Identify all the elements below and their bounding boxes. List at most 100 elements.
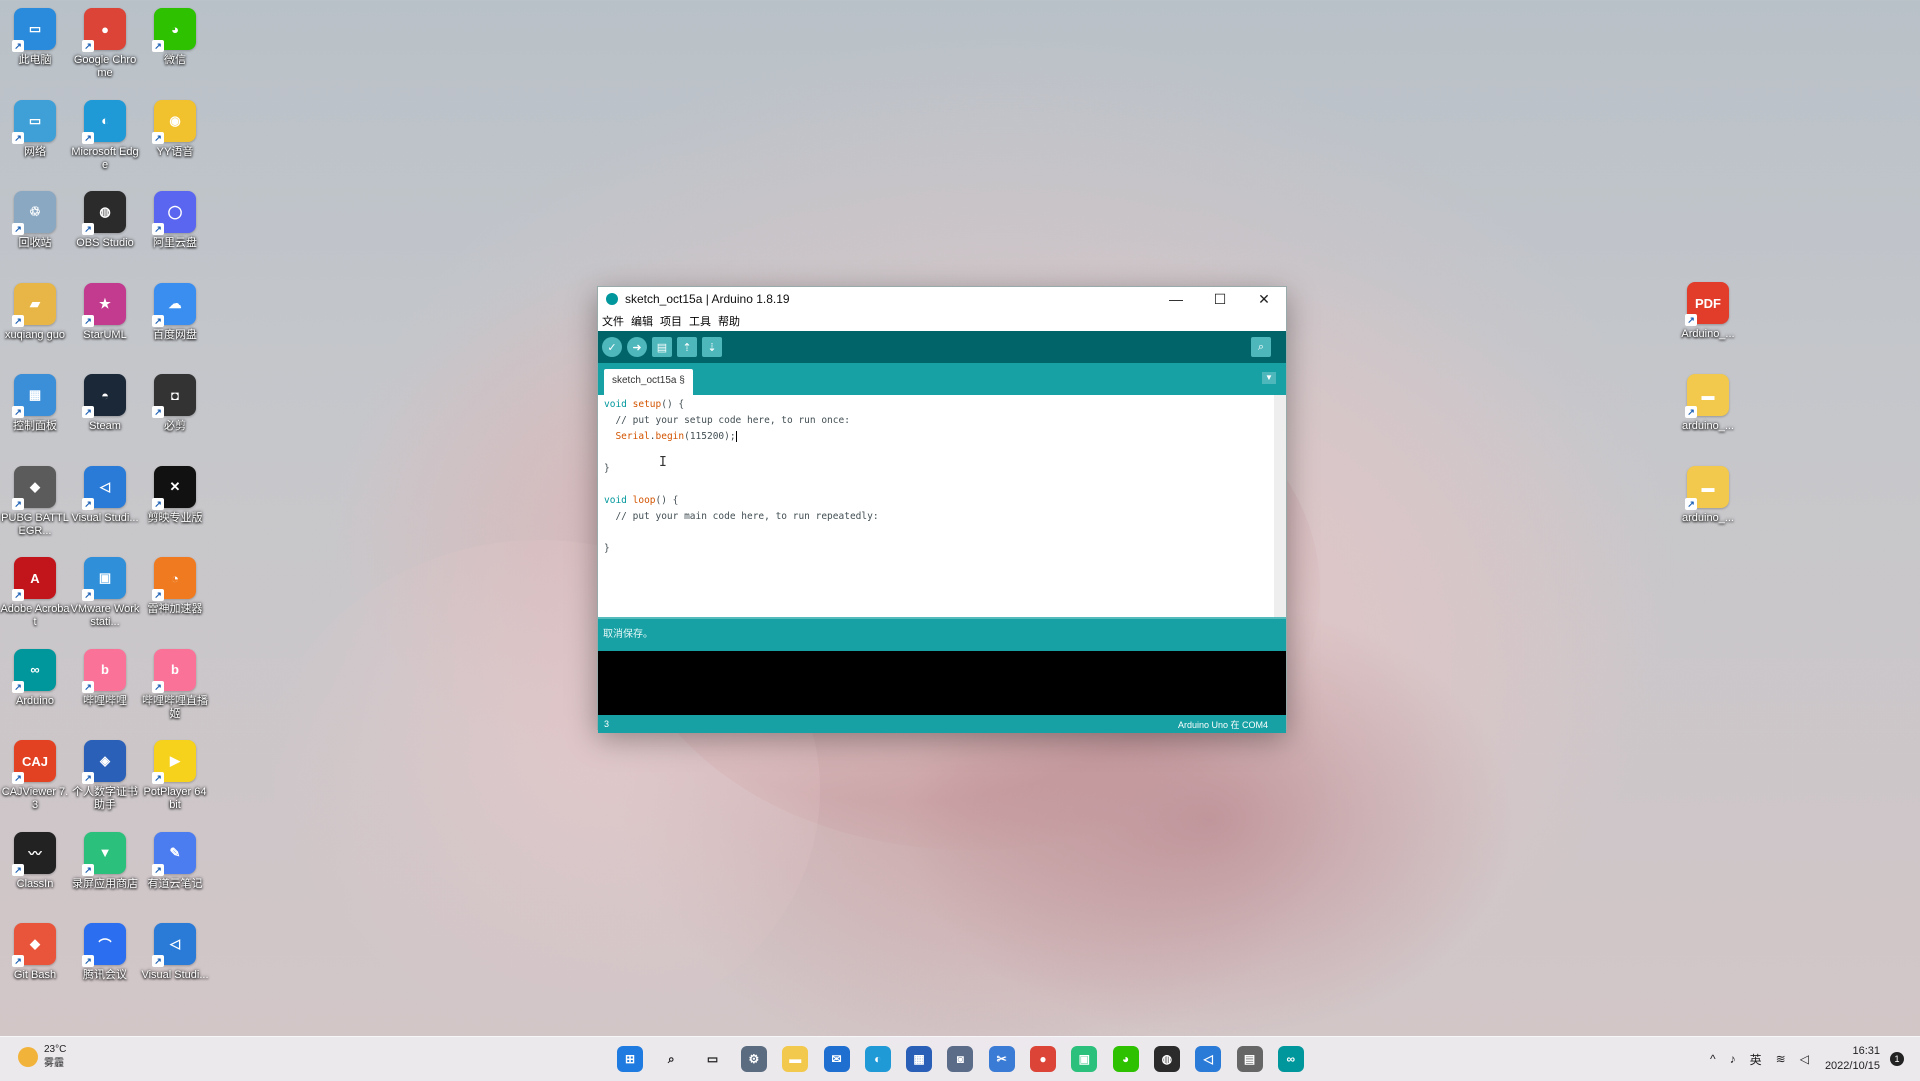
taskbar-chrome-icon[interactable]: ●: [1030, 1046, 1056, 1072]
desktop-icon-2[interactable]: ◕ ↗ 微信: [140, 8, 210, 67]
desktop-icon-13[interactable]: ◓ ↗ Steam: [70, 374, 140, 433]
desktop-icon-4[interactable]: ◐ ↗ Microsoft Edge: [70, 99, 140, 172]
code-function: loop: [632, 495, 656, 506]
desktop-icon-6[interactable]: ♲ ↗ 回收站: [0, 191, 70, 250]
desktop-file-1[interactable]: ▬ ↗ arduino_...: [1673, 374, 1743, 433]
desktop-icon-29[interactable]: ✎ ↗ 有道云笔记: [140, 831, 210, 891]
verify-button[interactable]: ✓: [602, 337, 622, 357]
taskbar-settings-icon[interactable]: ⚙: [740, 1046, 767, 1072]
desktop-icon-label: 回收站: [18, 237, 52, 249]
shortcut-arrow-icon: ↗: [12, 589, 24, 601]
code-text[interactable]: void setup() { // put your setup code he…: [604, 397, 879, 557]
desktop-icon-1[interactable]: ● ↗ Google Chrome: [70, 8, 140, 80]
title-bar[interactable]: sketch_oct15a | Arduino 1.8.19 — ☐ ✕: [598, 287, 1286, 311]
desktop-icon-5[interactable]: ◉ ↗ YY语音: [140, 99, 210, 159]
menu-sketch[interactable]: 项目: [660, 313, 682, 329]
line-number: 3: [604, 719, 610, 729]
desktop-icon-label: 哔哩哔哩: [83, 694, 127, 707]
desktop-icon-26[interactable]: ▶ ↗ PotPlayer 64 bit: [140, 740, 210, 812]
weather-icon: [18, 1047, 38, 1067]
tab-menu-icon[interactable]: ▼: [1262, 372, 1276, 384]
serial-monitor-button[interactable]: ⌕: [1251, 337, 1271, 357]
desktop-icon-22[interactable]: b ↗ 哔哩哔哩: [70, 648, 140, 708]
taskbar-store-icon[interactable]: ▦: [906, 1046, 933, 1072]
desktop-icon-27[interactable]: 〰 ↗ ClassIn: [0, 831, 70, 891]
microphone-icon[interactable]: ♪: [1730, 1052, 1736, 1066]
open-button[interactable]: ⇡: [677, 337, 697, 357]
desktop-icon-21[interactable]: ∞ ↗ Arduino: [0, 648, 70, 708]
desktop-icon-15[interactable]: ◆ ↗ PUBG BATTLEGR...: [0, 465, 70, 538]
taskbar-tool-icon[interactable]: ▤: [1236, 1046, 1263, 1072]
shortcut-arrow-icon: ↗: [12, 223, 24, 235]
app-icon: PDF ↗: [1685, 282, 1729, 326]
desktop-icon-17[interactable]: ✕ ↗ 剪映专业版: [140, 465, 210, 525]
desktop-icon-24[interactable]: CAJ ↗ CAJViewer 7.3: [0, 740, 70, 812]
desktop-icon-10[interactable]: ★ ↗ StarUML: [70, 282, 140, 342]
taskbar-wechat-icon[interactable]: ◕: [1112, 1046, 1139, 1072]
menu-edit[interactable]: 编辑: [631, 313, 653, 329]
taskbar-snipping-icon[interactable]: ✂: [988, 1046, 1015, 1072]
desktop-icon-7[interactable]: ◍ ↗ OBS Studio: [70, 191, 140, 250]
desktop-icon-30[interactable]: ◆ ↗ Git Bash: [0, 923, 70, 982]
taskbar-task-view-icon[interactable]: ▭: [700, 1046, 726, 1072]
desktop-icon-25[interactable]: ◈ ↗ 个人数字证书助手: [70, 740, 140, 812]
save-button[interactable]: ⇣: [702, 337, 722, 357]
desktop-file-2[interactable]: ▬ ↗ arduino_...: [1673, 466, 1743, 525]
console-output[interactable]: [598, 651, 1286, 715]
shortcut-arrow-icon: ↗: [12, 406, 24, 418]
taskbar-obs-icon[interactable]: ◍: [1153, 1046, 1180, 1072]
arduino-window[interactable]: sketch_oct15a | Arduino 1.8.19 — ☐ ✕ 文件 …: [597, 286, 1287, 733]
desktop-icon-31[interactable]: ⌒ ↗ 腾讯会议: [70, 923, 140, 982]
desktop-icon-label: 百度网盘: [153, 328, 197, 341]
shortcut-arrow-icon: ↗: [152, 589, 164, 601]
minimize-button[interactable]: —: [1154, 287, 1198, 311]
menu-file[interactable]: 文件: [602, 313, 624, 329]
taskbar-search-icon[interactable]: ⌕: [658, 1046, 684, 1072]
desktop-icon-0[interactable]: ▭ ↗ 此电脑: [0, 8, 70, 67]
desktop-icon-12[interactable]: ▦ ↗ 控制面板: [0, 374, 70, 433]
wifi-icon[interactable]: ≋: [1776, 1052, 1786, 1066]
desktop-icon-11[interactable]: ☁ ↗ 百度网盘: [140, 282, 210, 342]
notification-badge[interactable]: 1: [1890, 1052, 1904, 1066]
desktop-icon-label: 个人数字证书助手: [72, 786, 138, 811]
taskbar-green-app-icon[interactable]: ▣: [1071, 1046, 1098, 1072]
taskbar-camera-icon[interactable]: ◙: [947, 1046, 974, 1072]
desktop-icon-label: Visual Studi...: [71, 511, 139, 524]
desktop-icon-3[interactable]: ▭ ↗ 网络: [0, 99, 70, 159]
weather-widget[interactable]: 23°C 雾霾: [18, 1043, 66, 1071]
taskbar-start-icon[interactable]: ⊞: [617, 1046, 643, 1072]
desktop-icon-18[interactable]: A ↗ Adobe Acrobat: [0, 557, 70, 629]
taskbar-vscode-icon[interactable]: ◁: [1195, 1046, 1222, 1072]
app-icon: ◯ ↗: [152, 191, 196, 235]
desktop-icon-23[interactable]: b ↗ 哔哩哔哩直播姬: [140, 648, 210, 721]
desktop-icon-16[interactable]: ◁ ↗ Visual Studi...: [70, 465, 140, 525]
upload-button[interactable]: ➜: [627, 337, 647, 357]
app-icon: ☁ ↗: [152, 282, 196, 327]
vertical-scrollbar[interactable]: [1274, 395, 1286, 617]
close-button[interactable]: ✕: [1242, 287, 1286, 311]
desktop-icon-14[interactable]: ◘ ↗ 必剪: [140, 374, 210, 433]
app-icon: CAJ ↗: [12, 740, 56, 784]
code-editor[interactable]: void setup() { // put your setup code he…: [598, 395, 1286, 617]
tray-chevron-icon[interactable]: ^: [1710, 1052, 1716, 1066]
taskbar-arduino-icon[interactable]: ∞: [1277, 1046, 1304, 1072]
desktop-icon-32[interactable]: ◁ ↗ Visual Studi...: [140, 923, 210, 982]
taskbar: 23°C 雾霾 ⊞ ⌕ ▭ ⚙ ▬ ✉ ◐ ▦ ◙ ✂ ● ▣ ◕ ◍ ◁ ▤ ∞ ^ ♪ 英 ≋ ◁ 16:3…: [0, 1036, 1920, 1081]
taskbar-mail-icon[interactable]: ✉: [823, 1046, 850, 1072]
desktop-file-0[interactable]: PDF ↗ Arduino_...: [1673, 282, 1743, 341]
desktop-icon-9[interactable]: ▰ ↗ xuqiang guo: [0, 282, 70, 342]
clock[interactable]: 16:31 2022/10/15: [1825, 1044, 1880, 1074]
desktop-icon-8[interactable]: ◯ ↗ 阿里云盘: [140, 191, 210, 250]
menu-tools[interactable]: 工具: [689, 313, 711, 329]
tab-sketch[interactable]: sketch_oct15a §: [604, 369, 693, 395]
desktop-icon-20[interactable]: ◔ ↗ 雷神加速器: [140, 557, 210, 616]
desktop-icon-28[interactable]: ▼ ↗ 录屏应用商店: [70, 831, 140, 891]
taskbar-edge-icon[interactable]: ◐: [864, 1046, 891, 1072]
volume-icon[interactable]: ◁: [1800, 1052, 1809, 1066]
taskbar-file-explorer-icon[interactable]: ▬: [782, 1046, 809, 1072]
maximize-button[interactable]: ☐: [1198, 287, 1242, 311]
ime-indicator[interactable]: 英: [1750, 1051, 1762, 1068]
new-button[interactable]: ▤: [652, 337, 672, 357]
desktop-icon-19[interactable]: ▣ ↗ VMware Workstati...: [70, 557, 140, 629]
menu-help[interactable]: 帮助: [718, 313, 740, 329]
